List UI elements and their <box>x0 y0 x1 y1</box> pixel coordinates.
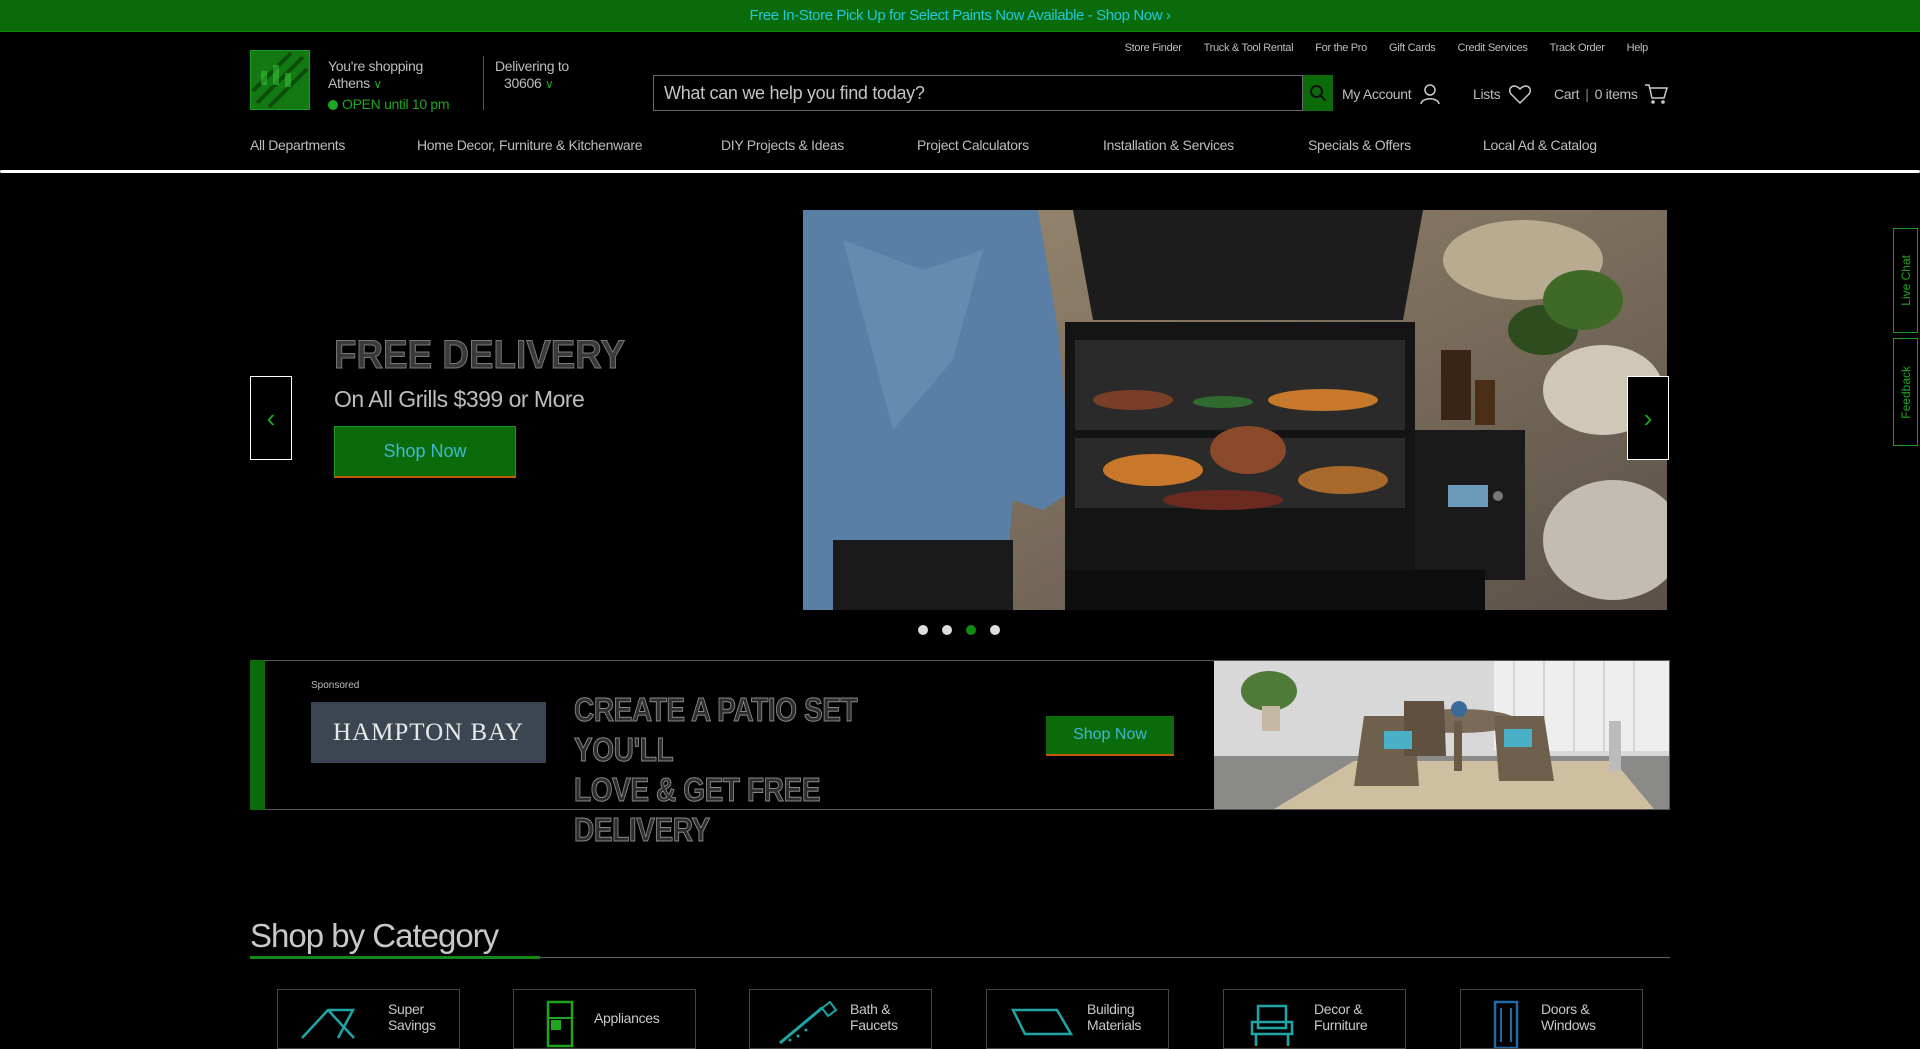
category-label-line2: Materials <box>1087 1017 1142 1033</box>
nav-all-departments[interactable]: All Departments <box>250 137 417 153</box>
my-account-button[interactable]: My Account <box>1342 83 1441 105</box>
category-label-line1: Super <box>388 1001 424 1017</box>
lists-label: Lists <box>1473 86 1501 102</box>
sponsored-accent-bar <box>250 660 265 810</box>
category-title-underline <box>250 956 540 959</box>
cart-count: 0 items <box>1594 86 1638 102</box>
search-button[interactable] <box>1303 75 1333 111</box>
category-label-line1: Building <box>1087 1001 1135 1017</box>
hero-subtitle: On All Grills $399 or More <box>334 386 585 412</box>
sponsored-headline-line2: LOVE & GET FREE DELIVERY <box>574 771 821 849</box>
shopping-label: You're shopping <box>328 58 423 74</box>
utility-link-store-finder[interactable]: Store Finder <box>1125 42 1182 54</box>
utility-link-credit-services[interactable]: Credit Services <box>1458 42 1528 54</box>
nav-divider <box>0 170 1920 173</box>
carousel-dot-2[interactable] <box>942 625 952 635</box>
category-card-building-materials[interactable]: Building Materials <box>986 989 1169 1049</box>
nav-home-decor[interactable]: Home Decor, Furniture & Kitchenware <box>417 137 721 153</box>
shower-icon <box>779 1000 838 1045</box>
category-label-line1: Appliances <box>594 1010 660 1026</box>
header-divider <box>483 56 484 110</box>
brand-name: HAMPTON BAY <box>333 718 524 746</box>
category-label-line2: Faucets <box>850 1017 898 1033</box>
store-name[interactable]: Athens <box>328 75 370 91</box>
door-icon <box>1493 1000 1519 1048</box>
cart-button[interactable]: Cart | 0 items <box>1554 83 1668 105</box>
category-label-line2: Windows <box>1541 1017 1596 1033</box>
hero-prev-arrow[interactable]: ‹ <box>250 376 292 460</box>
main-nav: All Departments Home Decor, Furniture & … <box>250 137 1597 153</box>
tag-icon <box>301 1008 356 1039</box>
live-chat-tab[interactable]: Live Chat <box>1893 228 1918 333</box>
feedback-label: Feedback <box>1898 365 1913 419</box>
sponsored-shop-now-button[interactable]: Shop Now <box>1046 716 1174 756</box>
sponsored-label: Sponsored <box>311 680 360 691</box>
nav-local-ad[interactable]: Local Ad & Catalog <box>1483 137 1597 153</box>
utility-link-truck-rental[interactable]: Truck & Tool Rental <box>1204 42 1294 54</box>
hero-shop-now-button[interactable]: Shop Now <box>334 426 516 478</box>
cart-label: Cart <box>1554 86 1580 102</box>
open-status-dot <box>328 100 338 110</box>
search-input[interactable] <box>654 76 1274 110</box>
chevron-down-icon: ∨ <box>545 77 554 91</box>
carousel-dot-3-active[interactable] <box>966 625 976 635</box>
search-box <box>653 75 1303 111</box>
category-label-line1: Bath & <box>850 1001 891 1017</box>
zip-code[interactable]: 30606 <box>504 75 542 91</box>
utility-link-track-order[interactable]: Track Order <box>1550 42 1605 54</box>
category-label-line2: Furniture <box>1314 1017 1368 1033</box>
shop-by-category-title: Shop by Category <box>250 917 499 954</box>
category-card-super-savings[interactable]: Super Savings <box>277 989 460 1049</box>
store-selector[interactable]: You're shopping Athens ∨ OPEN until 10 p… <box>328 58 450 113</box>
lumber-icon <box>1010 1008 1074 1036</box>
sponsored-headline: CREATE A PATIO SET YOU'LL LOVE & GET FRE… <box>574 690 940 850</box>
category-card-bath-faucets[interactable]: Bath & Faucets <box>749 989 932 1049</box>
hero-title: FREE DELIVERY <box>334 333 626 378</box>
nav-project-calculators[interactable]: Project Calculators <box>917 137 1103 153</box>
promo-text[interactable]: Free In-Store Pick Up for Select Paints … <box>749 7 1170 24</box>
lists-button[interactable]: Lists <box>1473 83 1532 105</box>
carousel-dot-4[interactable] <box>990 625 1000 635</box>
category-label-line2: Savings <box>388 1017 436 1033</box>
nav-diy-projects[interactable]: DIY Projects & Ideas <box>721 137 917 153</box>
nav-specials-offers[interactable]: Specials & Offers <box>1308 137 1483 153</box>
hero-grill-image[interactable] <box>803 210 1667 610</box>
live-chat-label: Live Chat <box>1898 255 1913 306</box>
home-depot-logo[interactable] <box>250 50 310 110</box>
delivering-label: Delivering to <box>495 58 569 74</box>
category-card-decor-furniture[interactable]: Decor & Furniture <box>1223 989 1406 1049</box>
open-status: OPEN until 10 pm <box>342 96 450 112</box>
feedback-tab[interactable]: Feedback <box>1893 338 1918 446</box>
hero-next-arrow[interactable]: › <box>1627 376 1669 460</box>
category-label-line1: Decor & <box>1314 1001 1363 1017</box>
carousel-dot-1[interactable] <box>918 625 928 635</box>
delivery-zip-selector[interactable]: Delivering to 30606 ∨ <box>495 58 569 93</box>
heart-icon <box>1509 85 1532 105</box>
chevron-right-icon: › <box>1643 402 1653 433</box>
carousel-dots <box>918 625 1000 635</box>
utility-links: Store Finder Truck & Tool Rental For the… <box>1125 42 1649 54</box>
cart-icon <box>1644 84 1668 104</box>
nav-installation-services[interactable]: Installation & Services <box>1103 137 1308 153</box>
utility-link-gift-cards[interactable]: Gift Cards <box>1389 42 1436 54</box>
sponsored-headline-line1: CREATE A PATIO SET YOU'LL <box>574 691 859 769</box>
chevron-left-icon: ‹ <box>266 402 276 433</box>
utility-link-help[interactable]: Help <box>1627 42 1649 54</box>
chevron-down-icon: ∨ <box>373 77 382 91</box>
category-card-doors-windows[interactable]: Doors & Windows <box>1460 989 1643 1049</box>
search-icon <box>1310 85 1327 102</box>
refrigerator-icon <box>546 1000 574 1048</box>
promo-banner[interactable]: Free In-Store Pick Up for Select Paints … <box>0 0 1920 32</box>
patio-set-image[interactable] <box>1214 661 1669 809</box>
category-label-line1: Doors & <box>1541 1001 1590 1017</box>
chair-icon <box>1250 1004 1294 1046</box>
my-account-label: My Account <box>1342 86 1412 102</box>
utility-link-for-the-pro[interactable]: For the Pro <box>1315 42 1367 54</box>
hampton-bay-logo: HAMPTON BAY <box>311 702 546 763</box>
category-card-appliances[interactable]: Appliances <box>513 989 696 1049</box>
user-icon <box>1420 84 1441 105</box>
